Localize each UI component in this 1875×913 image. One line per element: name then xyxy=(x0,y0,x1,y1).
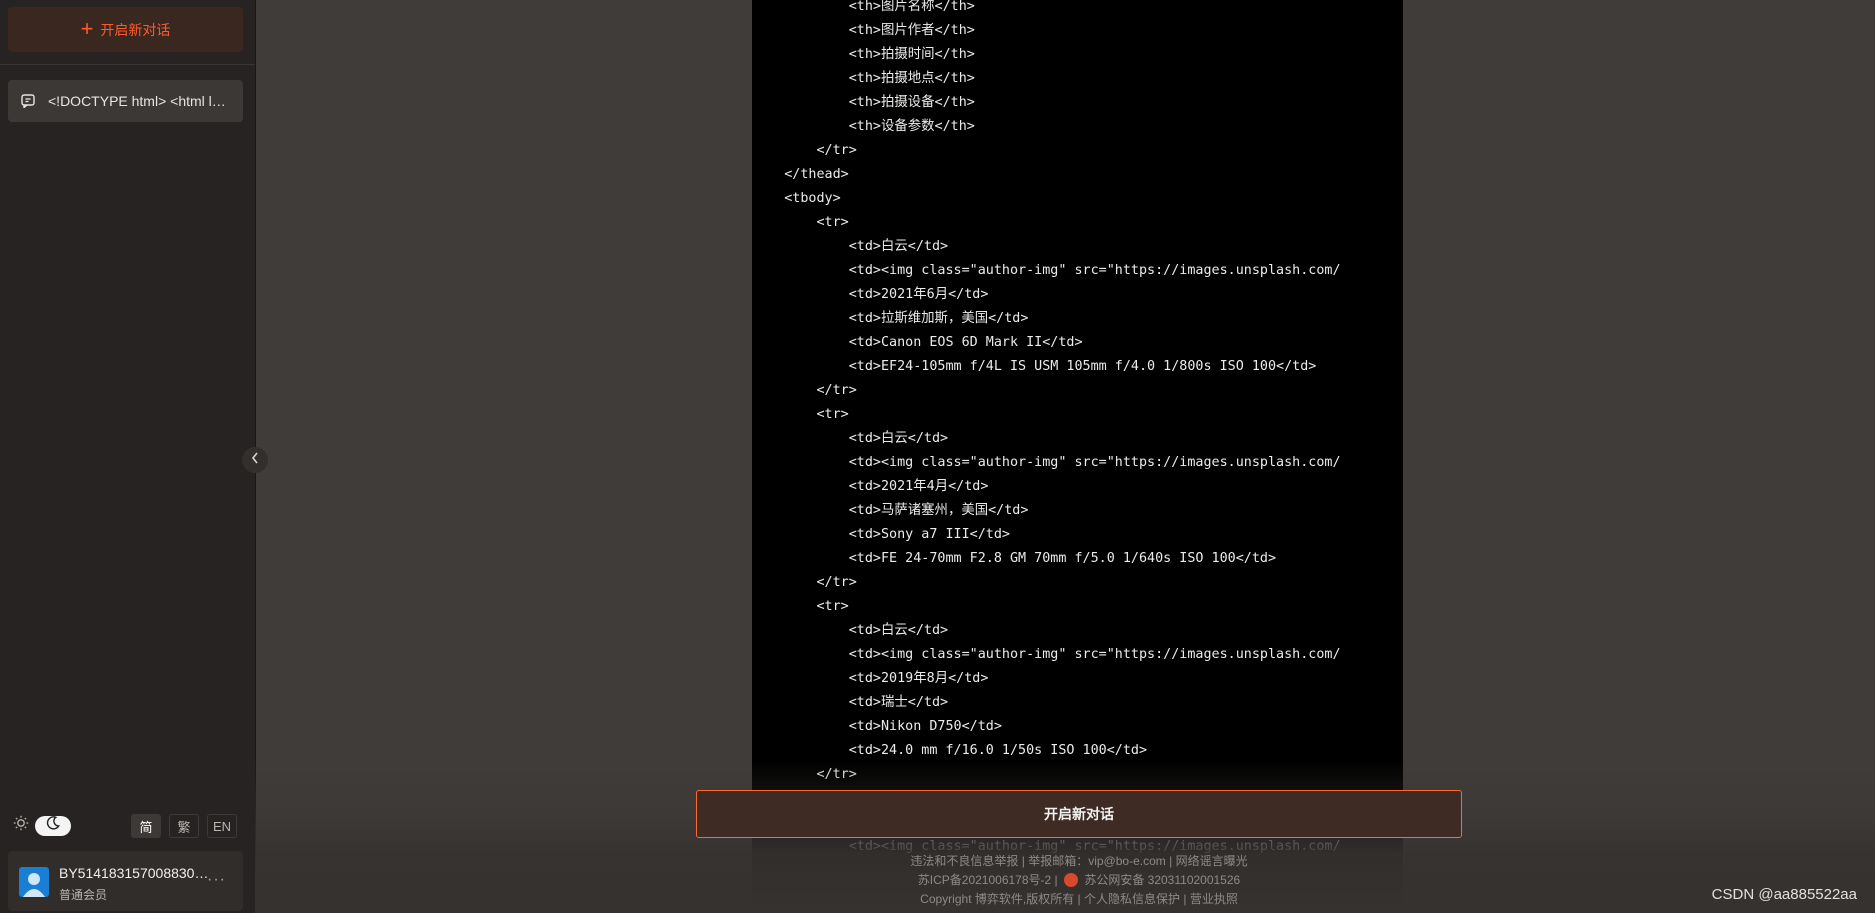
footer: 违法和不良信息举报 | 举报邮箱：vip@bo-e.com | 网络谣言曝光 苏… xyxy=(696,852,1462,909)
code-line: <tr> xyxy=(752,599,849,614)
code-line: <td><img class="author-img" src="https:/… xyxy=(752,647,1341,662)
code-line: <td>Nikon D750</td> xyxy=(752,719,1002,734)
code-line: <th>拍摄地点</th> xyxy=(752,71,975,86)
code-line: <td>2019年8月</td> xyxy=(752,671,989,686)
plus-icon: + xyxy=(80,15,94,41)
code-line: <td>Canon EOS 6D Mark II</td> xyxy=(752,335,1083,350)
sidebar: + 开启新对话 <!DOCTYPE html> <html lang="zh-C… xyxy=(0,0,256,913)
code-line: <tbody> xyxy=(752,191,841,206)
police-badge-icon xyxy=(1063,873,1078,887)
code-line: </tr> xyxy=(752,767,857,782)
police-record-link[interactable]: 苏公网安备 32031102001526 xyxy=(1084,873,1240,887)
code-line: <td>马萨诸塞州，美国</td> xyxy=(752,503,1029,518)
footer-line-3: Copyright 博弈软件,版权所有 | 个人隐私信息保护 | 营业执照 xyxy=(920,892,1238,906)
lang-english-button[interactable]: EN xyxy=(207,814,237,838)
collapse-sidebar-button[interactable] xyxy=(242,447,268,473)
code-line: <tr> xyxy=(752,215,849,230)
user-tier: 普通会员 xyxy=(59,888,108,902)
chevron-left-icon xyxy=(250,451,260,470)
license-link[interactable]: 营业执照 xyxy=(1190,892,1238,906)
language-switch: 简 繁 EN xyxy=(131,814,237,838)
dark-mode-switch[interactable] xyxy=(35,815,71,836)
footer-line-1: 违法和不良信息举报 | 举报邮箱：vip@bo-e.com | 网络谣言曝光 xyxy=(910,854,1248,868)
code-line: <td>白云</td> xyxy=(752,431,949,446)
code-line: </tr> xyxy=(752,143,857,158)
more-options-button[interactable]: ··· xyxy=(207,871,226,889)
code-line: <td>FE 24-70mm F2.8 GM 70mm f/5.0 1/640s… xyxy=(752,551,1277,566)
moon-icon xyxy=(46,816,60,835)
code-line: <td>24.0 mm f/16.0 1/50s ISO 100</td> xyxy=(752,743,1148,758)
lang-simplified-button[interactable]: 简 xyxy=(131,814,161,838)
bottom-new-chat-button[interactable]: 开启新对话 xyxy=(696,790,1462,838)
code-line: <th>拍摄时间</th> xyxy=(752,47,975,62)
code-lines: <th>图片名称</th> <th>图片作者</th> <th>拍摄时间</th… xyxy=(752,0,1403,859)
code-line: <th>图片名称</th> xyxy=(752,0,975,14)
sidebar-divider xyxy=(0,64,255,65)
code-line: </tr> xyxy=(752,575,857,590)
code-line: <td>EF24-105mm f/4L IS USM 105mm f/4.0 1… xyxy=(752,359,1317,374)
icp-link[interactable]: 苏ICP备2021006178号-2 xyxy=(918,873,1051,887)
new-chat-button[interactable]: + 开启新对话 xyxy=(8,7,243,52)
privacy-link[interactable]: 个人隐私信息保护 xyxy=(1084,892,1180,906)
code-line: <td>白云</td> xyxy=(752,239,949,254)
code-line: </tr> xyxy=(752,383,857,398)
avatar[interactable] xyxy=(19,867,49,897)
footer-line-2: 苏ICP备2021006178号-2 | 苏公网安备 3203110200152… xyxy=(917,873,1241,887)
rumor-link[interactable]: 网络谣言曝光 xyxy=(1176,854,1248,868)
code-line: </thead> xyxy=(752,167,849,182)
code-line: <td>瑞士</td> xyxy=(752,695,949,710)
lang-traditional-button[interactable]: 繁 xyxy=(169,814,199,838)
copyright-text: Copyright 博弈软件,版权所有 xyxy=(920,892,1075,906)
code-line: <td>2021年6月</td> xyxy=(752,287,989,302)
theme-toggle[interactable] xyxy=(13,815,71,836)
sun-icon[interactable] xyxy=(13,815,29,836)
code-line: <th>图片作者</th> xyxy=(752,23,975,38)
conversation-item[interactable]: <!DOCTYPE html> <html lang="zh-CN"> xyxy=(8,80,243,122)
code-line: <th>拍摄设备</th> xyxy=(752,95,975,110)
code-line: <td><img class="author-img" src="https:/… xyxy=(752,263,1341,278)
conversation-title: <!DOCTYPE html> <html lang="zh-CN"> xyxy=(48,93,233,109)
watermark: CSDN @aa885522aa xyxy=(1711,886,1857,903)
code-line: <tr> xyxy=(752,407,849,422)
report-link[interactable]: 违法和不良信息举报 xyxy=(910,854,1018,868)
code-line: <td>Sony a7 III</td> xyxy=(752,527,1010,542)
code-line: <th>设备参数</th> xyxy=(752,119,975,134)
code-block: <th>图片名称</th> <th>图片作者</th> <th>拍摄时间</th… xyxy=(752,0,1403,913)
chat-bubble-icon xyxy=(8,94,48,108)
user-card[interactable]: BY514183157008830000 普通会员 ··· xyxy=(8,851,243,911)
report-email[interactable]: 举报邮箱：vip@bo-e.com xyxy=(1028,854,1166,868)
user-name: BY514183157008830000 xyxy=(59,865,209,881)
new-chat-label: 开启新对话 xyxy=(100,21,171,38)
code-line: <td>2021年4月</td> xyxy=(752,479,989,494)
code-line: <td><img class="author-img" src="https:/… xyxy=(752,455,1341,470)
code-line: <td>白云</td> xyxy=(752,623,949,638)
code-line: <td>拉斯维加斯，美国</td> xyxy=(752,311,1029,326)
